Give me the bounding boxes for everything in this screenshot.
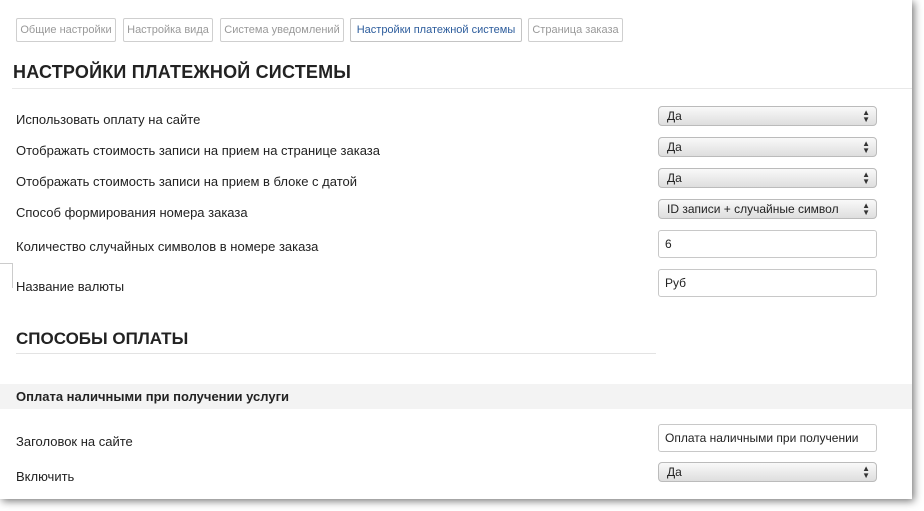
title-divider bbox=[12, 88, 912, 89]
tab-notification-system[interactable]: Система уведомлений bbox=[220, 18, 344, 42]
show-price-date-block-label: Отображать стоимость записи на прием в б… bbox=[16, 174, 357, 189]
select-arrows-icon: ▲ ▼ bbox=[862, 464, 870, 480]
show-price-date-block-value: Да bbox=[667, 171, 682, 185]
left-edge-divider bbox=[0, 263, 13, 288]
order-number-method-label: Способ формирования номера заказа bbox=[16, 205, 248, 220]
tab-order-page[interactable]: Страница заказа bbox=[528, 18, 623, 42]
settings-panel: Общие настройки Настройка вида Система у… bbox=[0, 0, 912, 499]
payment-methods-title: СПОСОБЫ ОПЛАТЫ bbox=[16, 329, 189, 348]
random-chars-count-input[interactable] bbox=[658, 230, 877, 258]
select-arrows-icon: ▲ ▼ bbox=[862, 201, 870, 217]
order-number-method-select[interactable]: ID записи + случайные символ ▲ ▼ bbox=[658, 199, 877, 219]
payment-methods-divider bbox=[16, 353, 656, 354]
tab-payment-system-settings[interactable]: Настройки платежной системы bbox=[350, 18, 522, 42]
select-arrows-icon: ▲ ▼ bbox=[862, 170, 870, 186]
currency-name-label: Название валюты bbox=[16, 279, 125, 294]
use-payment-select[interactable]: Да ▲ ▼ bbox=[658, 106, 877, 126]
site-heading-label: Заголовок на сайте bbox=[16, 434, 133, 449]
show-price-order-page-label: Отображать стоимость записи на прием на … bbox=[16, 143, 380, 158]
currency-name-input[interactable] bbox=[658, 269, 877, 297]
enable-value: Да bbox=[667, 465, 682, 479]
show-price-date-block-select[interactable]: Да ▲ ▼ bbox=[658, 168, 877, 188]
tab-view-settings[interactable]: Настройка вида bbox=[123, 18, 213, 42]
order-number-method-value: ID записи + случайные символ bbox=[667, 202, 839, 216]
enable-select[interactable]: Да ▲ ▼ bbox=[658, 462, 877, 482]
use-payment-label: Использовать оплату на сайте bbox=[16, 112, 201, 127]
enable-label: Включить bbox=[16, 469, 75, 484]
cash-payment-title: Оплата наличными при получении услуги bbox=[16, 389, 289, 404]
use-payment-value: Да bbox=[667, 109, 682, 123]
cash-payment-header: Оплата наличными при получении услуги bbox=[0, 384, 912, 409]
page-title: НАСТРОЙКИ ПЛАТЕЖНОЙ СИСТЕМЫ bbox=[13, 62, 352, 82]
tab-general-settings[interactable]: Общие настройки bbox=[16, 18, 116, 42]
show-price-order-page-select[interactable]: Да ▲ ▼ bbox=[658, 137, 877, 157]
random-chars-count-label: Количество случайных символов в номере з… bbox=[16, 239, 319, 254]
site-heading-input[interactable] bbox=[658, 424, 877, 452]
show-price-order-page-value: Да bbox=[667, 140, 682, 154]
select-arrows-icon: ▲ ▼ bbox=[862, 108, 870, 124]
select-arrows-icon: ▲ ▼ bbox=[862, 139, 870, 155]
